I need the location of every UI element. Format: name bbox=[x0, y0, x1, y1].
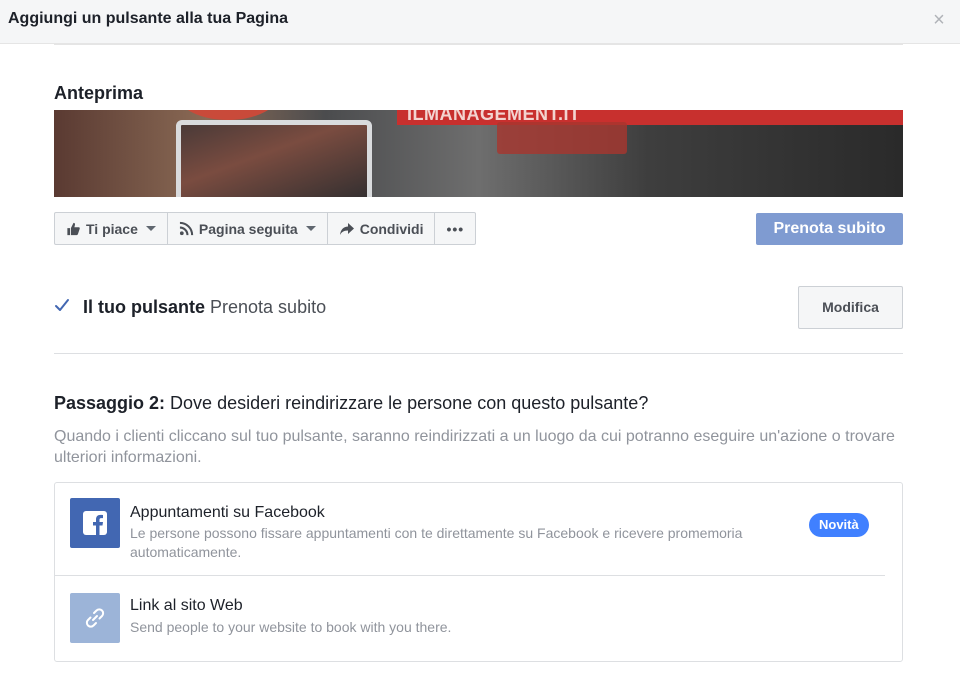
like-button-label: Ti piace bbox=[86, 220, 138, 237]
share-button[interactable]: Condividi bbox=[328, 213, 436, 244]
dialog-title: Aggiungi un pulsante alla tua Pagina bbox=[8, 10, 289, 27]
share-icon bbox=[339, 222, 354, 235]
divider bbox=[54, 353, 903, 354]
like-button[interactable]: Ti piace bbox=[55, 213, 168, 244]
cta-preview-button[interactable]: Prenota subito bbox=[756, 213, 903, 245]
new-badge: Novità bbox=[809, 513, 869, 537]
step2-label: Passaggio 2: bbox=[54, 393, 166, 413]
step2-question: Dove desideri reindirizzare le persone c… bbox=[165, 393, 649, 413]
your-button-value: Prenota subito bbox=[205, 297, 327, 317]
share-button-label: Condividi bbox=[359, 220, 424, 237]
cover-laptop-shape bbox=[176, 120, 372, 197]
facebook-icon bbox=[70, 498, 120, 548]
link-icon bbox=[70, 593, 120, 643]
chevron-down-icon bbox=[145, 226, 156, 231]
cover-logo-shape bbox=[178, 110, 278, 120]
cover-sign-shape bbox=[497, 122, 627, 154]
link-glyph bbox=[85, 608, 105, 628]
option-title: Link al sito Web bbox=[130, 597, 243, 614]
dialog-header: Aggiungi un pulsante alla tua Pagina × bbox=[0, 0, 960, 44]
modify-button[interactable]: Modifica bbox=[798, 286, 903, 329]
step2-title: Passaggio 2: Dove desideri reindirizzare… bbox=[54, 393, 648, 414]
rss-icon bbox=[179, 221, 194, 236]
thumbs-up-icon bbox=[67, 222, 80, 235]
facebook-logo-glyph bbox=[83, 511, 107, 535]
close-icon[interactable]: × bbox=[928, 9, 950, 31]
follow-button-label: Pagina seguita bbox=[198, 220, 298, 237]
checkmark-icon bbox=[55, 299, 69, 311]
option-description: Le persone possono fissare appuntamenti … bbox=[130, 525, 743, 560]
more-icon: ••• bbox=[446, 220, 465, 237]
option-website-link[interactable]: Link al sito Web Send people to your web… bbox=[55, 576, 902, 661]
step2-description: Quando i clienti cliccano sul tuo pulsan… bbox=[54, 428, 895, 466]
cover-photo: ILMANAGEMENT.IT bbox=[54, 110, 903, 197]
option-description: Send people to your website to book with… bbox=[130, 619, 452, 635]
more-button[interactable]: ••• bbox=[435, 213, 475, 244]
divider bbox=[54, 44, 903, 45]
your-button-summary: Il tuo pulsante Prenota subito bbox=[83, 297, 326, 318]
your-button-label: Il tuo pulsante bbox=[83, 297, 206, 317]
option-title: Appuntamenti su Facebook bbox=[130, 504, 325, 521]
option-facebook-appointments[interactable]: Appuntamenti su Facebook Le persone poss… bbox=[55, 483, 902, 576]
preview-title: Anteprima bbox=[54, 83, 144, 103]
page-action-bar: Ti piace Pagina seguita Condividi ••• bbox=[54, 212, 477, 245]
destination-options: Appuntamenti su Facebook Le persone poss… bbox=[54, 482, 903, 662]
chevron-down-icon bbox=[305, 226, 316, 231]
follow-button[interactable]: Pagina seguita bbox=[168, 213, 328, 244]
